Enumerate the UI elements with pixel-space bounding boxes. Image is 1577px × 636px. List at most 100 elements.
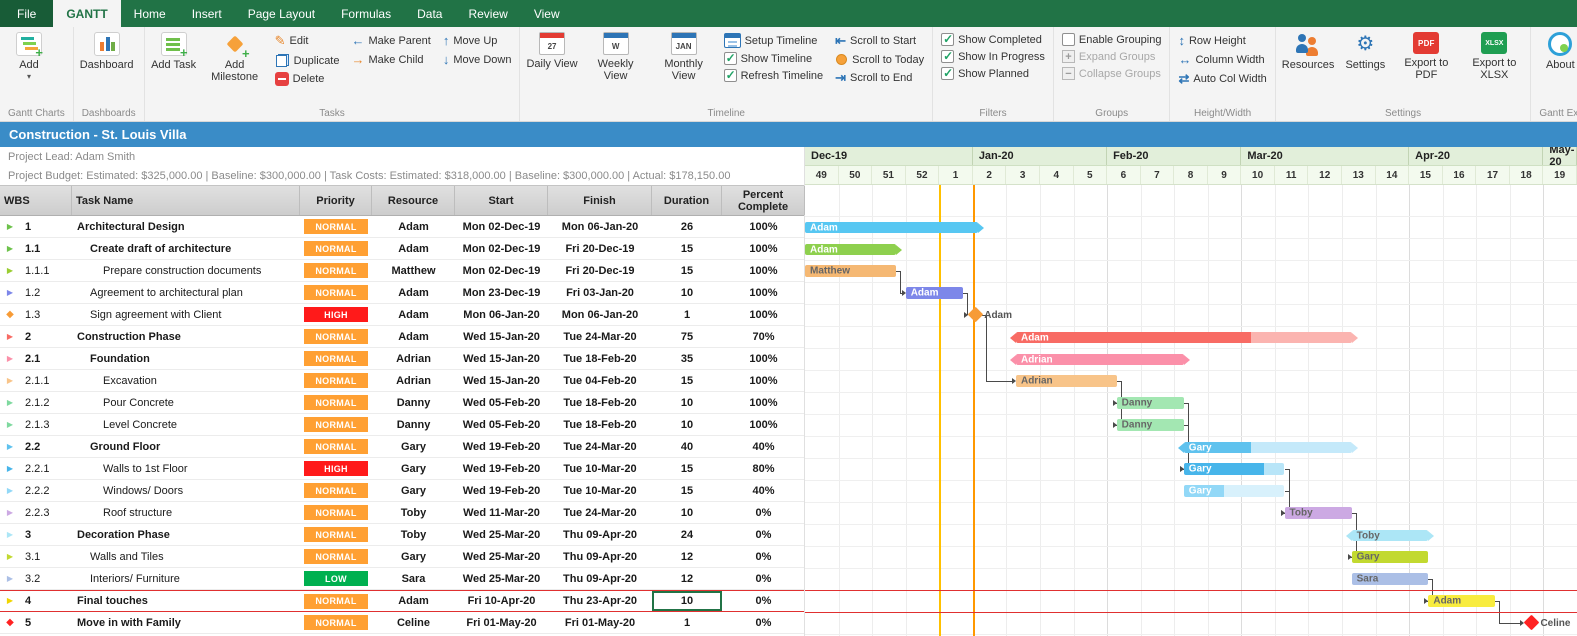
cell-percent[interactable]: 100% [722, 260, 805, 281]
cell-finish[interactable]: Thu 09-Apr-20 [548, 546, 652, 567]
cell-priority[interactable]: NORMAL [300, 326, 372, 347]
cell-priority[interactable]: NORMAL [300, 546, 372, 567]
cell-task-name[interactable]: Ground Floor [72, 436, 300, 457]
show-timeline-button[interactable]: Show Timeline [721, 51, 827, 66]
export-to-pdf-button[interactable]: PDF Export to PDF [1393, 28, 1459, 81]
cell-task-name[interactable]: Move in with Family [72, 612, 300, 633]
cell-resource[interactable]: Toby [372, 502, 455, 523]
tab-file[interactable]: File [0, 0, 54, 27]
cell-wbs[interactable]: 1.1 [20, 238, 72, 259]
column-header-duration[interactable]: Duration [652, 186, 722, 215]
settings-button[interactable]: Settings [1339, 28, 1391, 71]
tab-page-layout[interactable]: Page Layout [235, 0, 328, 27]
delete-button[interactable]: Delete [272, 71, 343, 87]
cell-resource[interactable]: Adam [372, 238, 455, 259]
tab-review[interactable]: Review [455, 0, 520, 27]
cell-duration[interactable]: 40 [652, 436, 722, 457]
cell-finish[interactable]: Fri 01-May-20 [548, 612, 652, 633]
gantt-bar[interactable]: Adrian [1015, 375, 1117, 387]
scroll-to-today-button[interactable]: Scroll to Today [832, 52, 927, 67]
cell-start[interactable]: Wed 11-Mar-20 [455, 502, 548, 523]
show-planned-button[interactable]: Show Planned [938, 66, 1048, 81]
cell-finish[interactable]: Fri 03-Jan-20 [548, 282, 652, 303]
cell-wbs[interactable]: 2.2 [20, 436, 72, 457]
cell-priority[interactable]: HIGH [300, 304, 372, 325]
cell-wbs[interactable]: 3.1 [20, 546, 72, 567]
cell-start[interactable]: Wed 25-Mar-20 [455, 524, 548, 545]
cell-resource[interactable]: Adam [372, 282, 455, 303]
cell-wbs[interactable]: 2 [20, 326, 72, 347]
cell-priority[interactable]: NORMAL [300, 348, 372, 369]
cell-resource[interactable]: Adam [372, 591, 455, 611]
cell-priority[interactable]: NORMAL [300, 216, 372, 237]
collapse-groups-button[interactable]: Collapse Groups [1059, 66, 1165, 81]
column-header-start[interactable]: Start [455, 186, 548, 215]
cell-duration[interactable]: 12 [652, 568, 722, 589]
column-width-button[interactable]: Column Width [1175, 51, 1269, 68]
cell-finish[interactable]: Tue 24-Mar-20 [548, 436, 652, 457]
cell-priority[interactable]: NORMAL [300, 414, 372, 435]
cell-finish[interactable]: Thu 09-Apr-20 [548, 568, 652, 589]
cell-priority[interactable]: NORMAL [300, 260, 372, 281]
cell-duration[interactable]: 15 [652, 458, 722, 479]
cell-wbs[interactable]: 4 [20, 591, 72, 611]
cell-duration[interactable]: 1 [652, 612, 722, 633]
column-header-wbs[interactable]: WBS [0, 186, 72, 215]
cell-priority[interactable]: NORMAL [300, 238, 372, 259]
cell-duration[interactable]: 10 [652, 591, 722, 611]
cell-resource[interactable]: Adam [372, 216, 455, 237]
cell-percent[interactable]: 100% [722, 370, 805, 391]
cell-percent[interactable]: 40% [722, 436, 805, 457]
cell-wbs[interactable]: 1 [20, 216, 72, 237]
cell-task-name[interactable]: Construction Phase [72, 326, 300, 347]
cell-priority[interactable]: NORMAL [300, 612, 372, 633]
gantt-bar[interactable]: Gary [1177, 442, 1358, 453]
cell-start[interactable]: Mon 02-Dec-19 [455, 260, 548, 281]
weekly-view-button[interactable]: W Weekly View [583, 28, 649, 82]
cell-task-name[interactable]: Prepare construction documents [72, 260, 300, 281]
milestone-diamond[interactable] [967, 306, 983, 323]
cell-finish[interactable]: Tue 10-Mar-20 [548, 458, 652, 479]
cell-priority[interactable]: NORMAL [300, 524, 372, 545]
cell-start[interactable]: Wed 19-Feb-20 [455, 436, 548, 457]
expand-groups-button[interactable]: Expand Groups [1059, 49, 1165, 64]
cell-finish[interactable]: Tue 18-Feb-20 [548, 392, 652, 413]
cell-wbs[interactable]: 2.2.1 [20, 458, 72, 479]
tab-insert[interactable]: Insert [179, 0, 235, 27]
gantt-bar[interactable]: Gary [1351, 551, 1429, 563]
column-header-task-name[interactable]: Task Name [72, 186, 300, 215]
cell-duration[interactable]: 15 [652, 260, 722, 281]
cell-wbs[interactable]: 1.3 [20, 304, 72, 325]
cell-wbs[interactable]: 2.1.2 [20, 392, 72, 413]
cell-start[interactable]: Fri 10-Apr-20 [455, 591, 548, 611]
show-in-progress-button[interactable]: Show In Progress [938, 49, 1048, 64]
tab-data[interactable]: Data [404, 0, 455, 27]
cell-task-name[interactable]: Create draft of architecture [72, 238, 300, 259]
cell-percent[interactable]: 100% [722, 238, 805, 259]
move-down-button[interactable]: Move Down [440, 51, 515, 68]
gantt-bar[interactable]: Matthew [805, 265, 897, 277]
gantt-bar[interactable]: Gary [1183, 463, 1285, 475]
cell-finish[interactable]: Tue 24-Mar-20 [548, 502, 652, 523]
cell-percent[interactable]: 0% [722, 502, 805, 523]
cell-wbs[interactable]: 2.1.3 [20, 414, 72, 435]
gantt-bar[interactable]: Toby [1284, 507, 1352, 519]
gantt-bar[interactable]: Gary [1183, 485, 1285, 497]
tab-gantt[interactable]: GANTT [53, 0, 121, 27]
cell-percent[interactable]: 0% [722, 612, 805, 633]
cell-wbs[interactable]: 1.2 [20, 282, 72, 303]
cell-resource[interactable]: Adrian [372, 348, 455, 369]
cell-finish[interactable]: Fri 20-Dec-19 [548, 238, 652, 259]
cell-resource[interactable]: Gary [372, 436, 455, 457]
gantt-bar[interactable]: Danny [1116, 397, 1184, 409]
gantt-bar[interactable]: Adrian [1009, 354, 1190, 365]
cell-priority[interactable]: NORMAL [300, 282, 372, 303]
row-height-button[interactable]: Row Height [1175, 32, 1269, 49]
cell-start[interactable]: Wed 19-Feb-20 [455, 458, 548, 479]
cell-resource[interactable]: Danny [372, 392, 455, 413]
cell-start[interactable]: Mon 02-Dec-19 [455, 216, 548, 237]
gantt-bar[interactable]: Adam [1428, 595, 1496, 607]
cell-duration[interactable]: 10 [652, 392, 722, 413]
cell-task-name[interactable]: Architectural Design [72, 216, 300, 237]
cell-duration[interactable]: 26 [652, 216, 722, 237]
